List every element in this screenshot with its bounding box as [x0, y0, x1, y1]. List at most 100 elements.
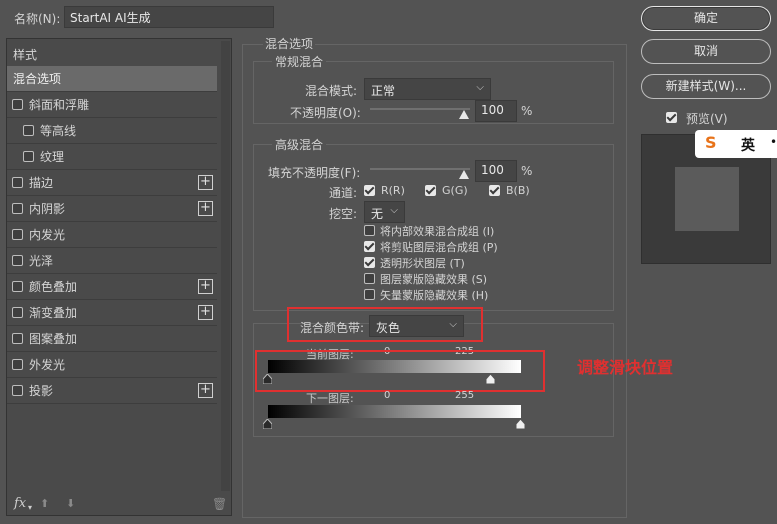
sidebar-item[interactable]: 渐变叠加 + — [7, 300, 217, 326]
blend-mode-select[interactable]: 正常 ⌵ — [364, 78, 491, 100]
sidebar-item-label: 颜色叠加 — [29, 280, 78, 294]
delete-icon[interactable]: 🗑 — [212, 497, 227, 511]
fx-icon[interactable]: fx — [14, 496, 26, 511]
sidebar-header: 样式 — [7, 41, 217, 67]
transparency-shapes-checkbox[interactable] — [364, 257, 375, 268]
underlying-layer-max: 255 — [455, 390, 475, 401]
ime-dot-icon: • — [770, 135, 777, 149]
sidebar-item-blending-options[interactable]: 混合选项 — [7, 66, 217, 92]
channel-r-checkbox[interactable] — [364, 185, 375, 196]
sidebar-scrollbar[interactable] — [221, 41, 230, 491]
fill-opacity-slider[interactable] — [370, 168, 470, 170]
add-effect-icon[interactable]: + — [198, 201, 213, 216]
fill-opacity-field[interactable]: 100 — [475, 160, 517, 182]
sidebar-item-checkbox[interactable] — [23, 125, 34, 136]
blend-mode-label: 混合模式: — [305, 84, 358, 98]
sidebar-item-checkbox[interactable] — [12, 255, 23, 266]
fx-dropdown-icon[interactable]: ▾ — [28, 503, 32, 512]
opacity-field[interactable]: 100 — [475, 100, 517, 122]
add-effect-icon[interactable]: + — [198, 175, 213, 190]
sidebar-item-checkbox[interactable] — [12, 99, 23, 110]
sidebar-item-checkbox[interactable] — [12, 281, 23, 292]
sidebar-item[interactable]: 等高线 — [7, 118, 217, 144]
blend-mode-value: 正常 — [371, 84, 396, 98]
channel-g-label: G(G) — [442, 184, 468, 197]
sidebar-item-label: 等高线 — [40, 124, 77, 138]
ime-language-label[interactable]: 英 — [741, 135, 755, 155]
sidebar-item-label: 内阴影 — [29, 202, 66, 216]
sidebar-item-label: 斜面和浮雕 — [29, 98, 90, 112]
blend-interior-effects-checkbox[interactable] — [364, 225, 375, 236]
sidebar-header-label: 样式 — [13, 47, 38, 62]
layer-mask-hides-checkbox[interactable] — [364, 273, 375, 284]
cancel-button[interactable]: 取消 — [641, 39, 771, 64]
sidebar-item-checkbox[interactable] — [12, 333, 23, 344]
ime-logo-icon: S — [705, 133, 717, 152]
ime-toolbar[interactable]: S 英 • — [695, 130, 777, 158]
underlying-black-slider[interactable] — [263, 419, 272, 429]
channel-b-checkbox[interactable] — [489, 185, 500, 196]
move-down-icon[interactable]: ⬇ — [66, 497, 75, 510]
chevron-down-icon: ⌵ — [390, 205, 398, 216]
channel-g-checkbox[interactable] — [425, 185, 436, 196]
blend-clipped-layers-checkbox[interactable] — [364, 241, 375, 252]
sidebar-item[interactable]: 颜色叠加 + — [7, 274, 217, 300]
sidebar-item-checkbox[interactable] — [23, 151, 34, 162]
sidebar-item-checkbox[interactable] — [12, 307, 23, 318]
sidebar-item-checkbox[interactable] — [12, 203, 23, 214]
sidebar-item[interactable]: 投影 + — [7, 378, 217, 404]
general-blending-title: 常规混合 — [272, 53, 327, 70]
new-style-button[interactable]: 新建样式(W)... — [641, 74, 771, 99]
add-effect-icon[interactable]: + — [198, 383, 213, 398]
sidebar-item[interactable]: 外发光 — [7, 352, 217, 378]
channel-r-label: R(R) — [381, 184, 405, 197]
add-effect-icon[interactable]: + — [198, 305, 213, 320]
sidebar-item[interactable]: 纹理 — [7, 144, 217, 170]
sidebar-item[interactable]: 内阴影 + — [7, 196, 217, 222]
opacity-slider-thumb[interactable] — [459, 110, 469, 119]
style-sidebar: 样式 混合选项 斜面和浮雕 等高线 纹理 描边 + 内阴影 + 内发光 光泽 颜色叠加 + 渐变叠加 +… — [6, 38, 232, 516]
channel-b-label: B(B) — [506, 184, 530, 197]
fill-opacity-label: 填充不透明度(F): — [268, 166, 361, 180]
sidebar-item-label: 纹理 — [40, 150, 65, 164]
preview-checkbox[interactable] — [666, 112, 677, 123]
underlying-layer-min: 0 — [384, 390, 391, 401]
section-title: 混合选项 — [263, 35, 316, 52]
move-up-icon[interactable]: ⬆ — [40, 497, 49, 510]
fill-opacity-percent: % — [521, 164, 533, 178]
annotation-text: 调整滑块位置 — [577, 358, 674, 377]
underlying-layer-gradient — [268, 405, 521, 418]
underlying-layer-label: 下一图层: — [306, 392, 354, 405]
sidebar-item[interactable]: 斜面和浮雕 — [7, 92, 217, 118]
sidebar-item-checkbox[interactable] — [12, 359, 23, 370]
opacity-label: 不透明度(O): — [290, 106, 361, 120]
sidebar-item-checkbox[interactable] — [12, 177, 23, 188]
opacity-slider[interactable] — [370, 108, 470, 110]
ok-button[interactable]: 确定 — [641, 6, 771, 31]
preview-label: 预览(V) — [686, 112, 728, 126]
blend-interior-effects-label: 将内部效果混合成组 (I) — [380, 225, 495, 238]
sidebar-item[interactable]: 图案叠加 — [7, 326, 217, 352]
knockout-select[interactable]: 无 ⌵ — [364, 201, 405, 223]
underlying-white-slider[interactable] — [516, 419, 525, 429]
fill-opacity-slider-thumb[interactable] — [459, 170, 469, 179]
add-effect-icon[interactable]: + — [198, 279, 213, 294]
vector-mask-hides-checkbox[interactable] — [364, 289, 375, 300]
transparency-shapes-label: 透明形状图层 (T) — [380, 257, 465, 270]
opacity-percent: % — [521, 104, 533, 118]
preview-swatch — [675, 167, 739, 231]
sidebar-item[interactable]: 光泽 — [7, 248, 217, 274]
this-layer-highlight — [255, 350, 545, 392]
sidebar-item-label: 图案叠加 — [29, 332, 78, 346]
advanced-blending-title: 高级混合 — [272, 136, 327, 153]
sidebar-item[interactable]: 描边 + — [7, 170, 217, 196]
sidebar-item-checkbox[interactable] — [12, 385, 23, 396]
sidebar-item-checkbox[interactable] — [12, 229, 23, 240]
sidebar-item-label: 光泽 — [29, 254, 54, 268]
sidebar-item-label: 内发光 — [29, 228, 66, 242]
name-field[interactable]: StartAI AI生成 — [64, 6, 274, 28]
sidebar-item[interactable]: 内发光 — [7, 222, 217, 248]
blend-clipped-layers-label: 将剪贴图层混合成组 (P) — [380, 241, 498, 254]
sidebar-selected-label: 混合选项 — [13, 72, 62, 86]
name-label: 名称(N): — [14, 12, 61, 26]
